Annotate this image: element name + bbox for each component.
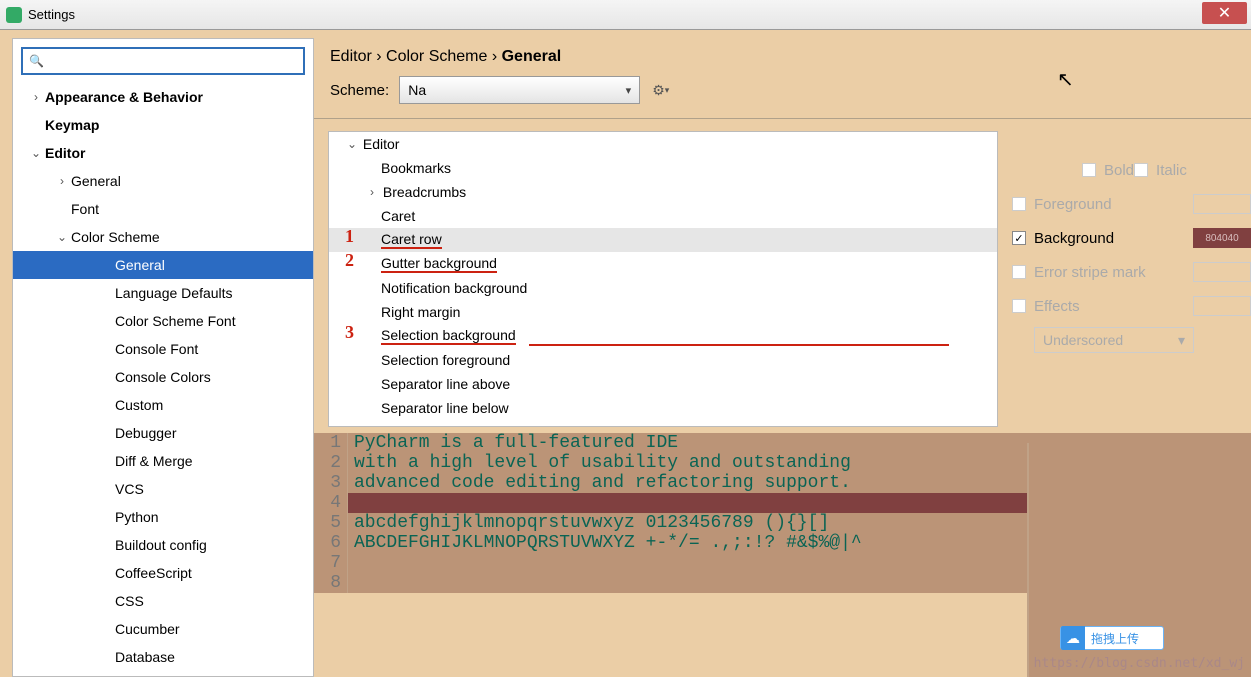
title-bar: Settings <box>0 0 1251 30</box>
sidebar-item-python[interactable]: Python <box>13 503 313 531</box>
settings-search[interactable]: 🔍 <box>21 47 305 75</box>
sidebar-item-editor[interactable]: ⌄Editor <box>13 139 313 167</box>
gear-icon[interactable]: ⚙▾ <box>652 82 669 99</box>
annotation-3: 3 <box>345 322 354 343</box>
foreground-swatch[interactable] <box>1193 194 1251 214</box>
sidebar-item-language-defaults[interactable]: Language Defaults <box>13 279 313 307</box>
option-breadcrumbs[interactable]: › Breadcrumbs <box>329 180 997 204</box>
sidebar-item-debugger[interactable]: Debugger <box>13 419 313 447</box>
sidebar-item-custom[interactable]: Custom <box>13 391 313 419</box>
chevron-icon: › <box>55 174 69 188</box>
search-input[interactable] <box>48 53 297 69</box>
sidebar-item-keymap[interactable]: Keymap <box>13 111 313 139</box>
chevron-icon: › <box>365 185 379 199</box>
upload-widget[interactable]: ☁ 拖拽上传 <box>1060 626 1164 650</box>
chevron-down-icon: ⌄ <box>345 137 359 151</box>
option-gutter-background[interactable]: Gutter background <box>329 252 997 276</box>
sidebar-item-appearance-behavior[interactable]: ›Appearance & Behavior <box>13 83 313 111</box>
chevron-icon: ⌄ <box>55 230 69 244</box>
settings-tree: ›Appearance & BehaviorKeymap⌄Editor›Gene… <box>13 83 313 676</box>
sidebar-item-diff-merge[interactable]: Diff & Merge <box>13 447 313 475</box>
chevron-icon: ⌄ <box>29 146 43 160</box>
annotation-1: 1 <box>345 226 354 247</box>
option-right-margin[interactable]: Right margin <box>329 300 997 324</box>
annotation-2: 2 <box>345 250 354 271</box>
properties-panel: Bold Italic Foreground ✓ Background 8040… <box>998 131 1251 427</box>
option-selection-foreground[interactable]: Selection foreground <box>329 348 997 372</box>
sidebar-item-vcs[interactable]: VCS <box>13 475 313 503</box>
sidebar-item-console-colors[interactable]: Console Colors <box>13 363 313 391</box>
sidebar-item-general[interactable]: General <box>13 251 313 279</box>
window-title: Settings <box>28 7 1245 22</box>
effects-swatch[interactable] <box>1193 296 1251 316</box>
bold-checkbox[interactable] <box>1082 163 1096 177</box>
sidebar-item-color-scheme-font[interactable]: Color Scheme Font <box>13 307 313 335</box>
option-caret-row[interactable]: Caret row <box>329 228 997 252</box>
sidebar-item-coffeescript[interactable]: CoffeeScript <box>13 559 313 587</box>
sidebar-item-console-font[interactable]: Console Font <box>13 335 313 363</box>
breadcrumb: Editor › Color Scheme › General <box>314 38 1251 76</box>
scheme-label: Scheme: <box>330 82 389 99</box>
cloud-icon: ☁ <box>1061 626 1085 650</box>
background-swatch[interactable]: 804040 <box>1193 228 1251 248</box>
italic-checkbox[interactable] <box>1134 163 1148 177</box>
app-icon <box>6 7 22 23</box>
effects-checkbox[interactable] <box>1012 299 1026 313</box>
option-separator-line-below[interactable]: Separator line below <box>329 396 997 420</box>
scheme-select[interactable]: Na ▾ <box>399 76 640 104</box>
effects-select[interactable]: Underscored▾ <box>1034 327 1194 353</box>
background-checkbox[interactable]: ✓ <box>1012 231 1026 245</box>
option-root[interactable]: ⌄ Editor <box>329 132 997 156</box>
option-separator-line-above[interactable]: Separator line above <box>329 372 997 396</box>
sidebar-item-buildout-config[interactable]: Buildout config <box>13 531 313 559</box>
errorstripe-swatch[interactable] <box>1193 262 1251 282</box>
chevron-icon: › <box>29 90 43 104</box>
settings-sidebar: 🔍 ›Appearance & BehaviorKeymap⌄Editor›Ge… <box>12 38 314 677</box>
options-tree: ⌄ EditorBookmarks› BreadcrumbsCaretCaret… <box>328 131 998 427</box>
sidebar-item-general[interactable]: ›General <box>13 167 313 195</box>
annotation-line <box>529 344 949 346</box>
close-button[interactable]: ✕ <box>1202 2 1247 24</box>
sidebar-item-database[interactable]: Database <box>13 643 313 671</box>
sidebar-item-cucumber[interactable]: Cucumber <box>13 615 313 643</box>
sidebar-item-color-scheme[interactable]: ⌄Color Scheme <box>13 223 313 251</box>
sidebar-item-font[interactable]: Font <box>13 195 313 223</box>
chevron-down-icon: ▾ <box>626 84 632 97</box>
chevron-down-icon: ▾ <box>1178 332 1185 349</box>
foreground-checkbox[interactable] <box>1012 197 1026 211</box>
option-caret[interactable]: Caret <box>329 204 997 228</box>
errorstripe-checkbox[interactable] <box>1012 265 1026 279</box>
option-bookmarks[interactable]: Bookmarks <box>329 156 997 180</box>
option-notification-background[interactable]: Notification background <box>329 276 997 300</box>
watermark: https://blog.csdn.net/xd_wj <box>1034 656 1245 671</box>
sidebar-item-css[interactable]: CSS <box>13 587 313 615</box>
search-icon: 🔍 <box>29 54 44 68</box>
